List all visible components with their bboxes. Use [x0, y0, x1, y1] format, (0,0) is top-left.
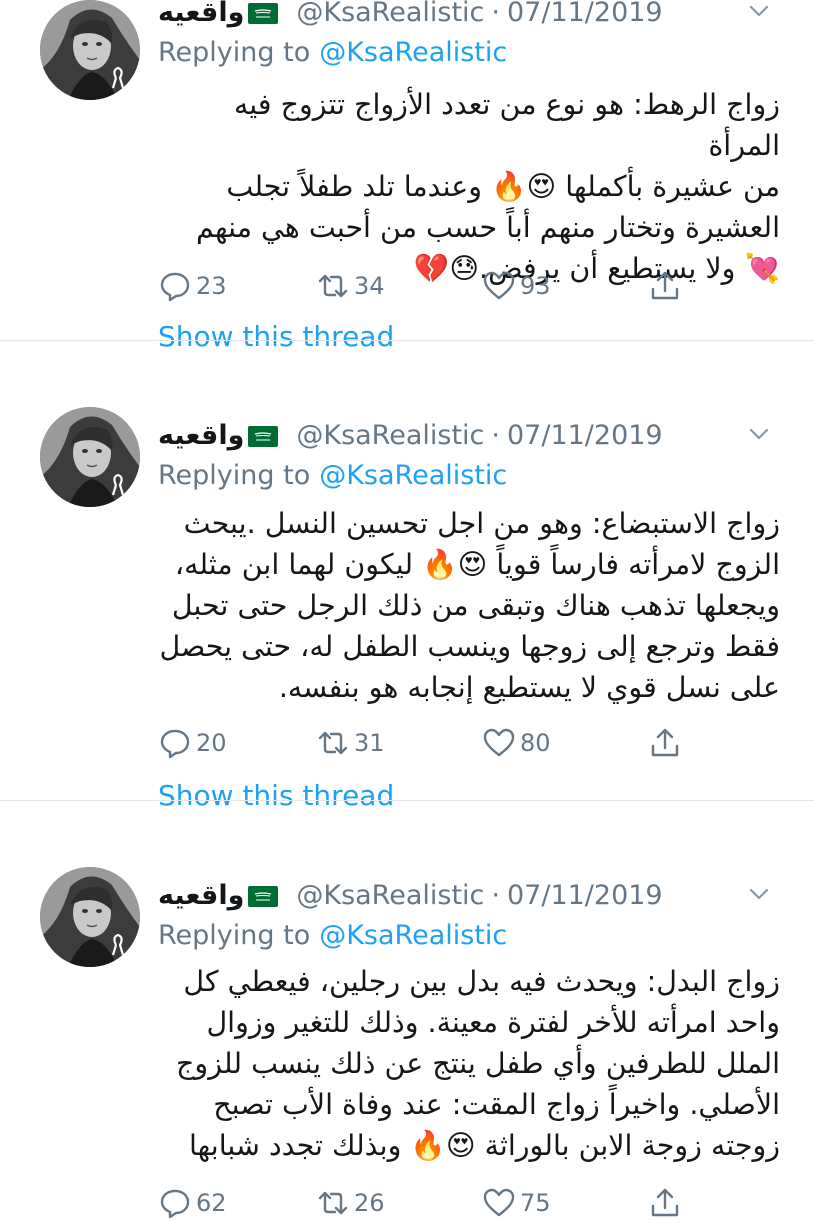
user-handle[interactable]: @KsaRealistic	[296, 880, 484, 911]
tweet[interactable]: واقعيه @KsaRealistic · 07/11/2019 Replyi…	[0, 340, 814, 812]
replying-to: Replying to @KsaRealistic	[158, 915, 507, 955]
replying-label: Replying to	[158, 459, 311, 491]
saudi-flag-icon	[248, 420, 284, 451]
share-button[interactable]	[648, 1186, 682, 1220]
like-count: 75	[520, 1189, 551, 1217]
tweet-text: زواج الرهط: هو نوع من تعدد الأزواج تتزوج…	[158, 84, 780, 289]
user-handle[interactable]: @KsaRealistic	[296, 0, 484, 28]
replying-to-link[interactable]: @KsaRealistic	[319, 920, 507, 951]
retweet-count: 31	[354, 729, 385, 757]
like-count: 93	[520, 272, 551, 300]
replying-to: Replying to @KsaRealistic	[158, 455, 507, 495]
chevron-down-icon[interactable]	[744, 879, 774, 909]
tweet-text-line: ويجعلها تذهب هناك وتبقى من ذلك الرجل حتى…	[171, 589, 780, 622]
tweet[interactable]: واقعيه @KsaRealistic · 07/11/2019 Replyi…	[0, 800, 814, 1219]
saudi-flag-icon	[248, 0, 284, 28]
share-icon	[648, 726, 682, 760]
avatar[interactable]	[40, 0, 140, 100]
retweet-icon	[316, 269, 354, 303]
tweet[interactable]: واقعيه @KsaRealistic · 07/11/2019 Replyi…	[0, 0, 814, 353]
replying-to-link[interactable]: @KsaRealistic	[319, 460, 507, 491]
display-name[interactable]: واقعيه	[158, 420, 244, 451]
tweet-text-line: الزوج لامرأته فارساً قوياً 😍🔥 ليكون لهما…	[174, 548, 780, 581]
tweet-actions: 20 31 80	[158, 723, 784, 763]
tweet-text-line: من عشيرة بأكملها 😍🔥 وعندما تلد طفلاً تجل…	[226, 170, 780, 203]
user-handle[interactable]: @KsaRealistic	[296, 420, 484, 451]
chevron-down-icon[interactable]	[744, 0, 774, 26]
chevron-down-icon[interactable]	[744, 419, 774, 449]
reply-bubble-icon	[158, 269, 196, 303]
tweet-feed: واقعيه @KsaRealistic · 07/11/2019 Replyi…	[0, 0, 814, 1219]
tweet-header: واقعيه @KsaRealistic · 07/11/2019	[158, 875, 774, 915]
tweet-date[interactable]: 07/11/2019	[507, 0, 663, 28]
tweet-date[interactable]: 07/11/2019	[507, 420, 663, 451]
retweet-count: 34	[354, 272, 385, 300]
share-icon	[648, 1186, 682, 1220]
tweet-text-line: الأصلي. واخيراً زواج المقت: عند وفاة الأ…	[213, 1088, 780, 1121]
retweet-icon	[316, 1186, 354, 1220]
replying-label: Replying to	[158, 36, 311, 68]
heart-icon	[482, 726, 520, 760]
separator-dot: ·	[491, 879, 500, 911]
tweet-text-line: واحد امرأته للأخر لفترة معينة. وذلك للتغ…	[206, 1006, 780, 1039]
share-button[interactable]	[648, 269, 682, 303]
replying-to: Replying to @KsaRealistic	[158, 32, 507, 72]
separator-dot: ·	[491, 0, 500, 28]
retweet-button[interactable]: 31	[316, 726, 482, 760]
tweet-text-line: زواج الاستبضاع: وهو من اجل تحسين النسل .…	[183, 507, 780, 540]
like-button[interactable]: 80	[482, 726, 648, 760]
reply-count: 20	[196, 729, 227, 757]
tweet-text: زواج الاستبضاع: وهو من اجل تحسين النسل .…	[158, 503, 780, 708]
tweet-actions: 62 26 75	[158, 1183, 784, 1223]
reply-bubble-icon	[158, 1186, 196, 1220]
share-button[interactable]	[648, 726, 682, 760]
reply-button[interactable]: 23	[158, 269, 316, 303]
tweet-text-line: الملل للطرفين وأي طفل ينتج عن ذلك ينسب ل…	[176, 1047, 780, 1080]
retweet-button[interactable]: 26	[316, 1186, 482, 1220]
replying-label: Replying to	[158, 919, 311, 951]
heart-icon	[482, 269, 520, 303]
tweet-text-line: زوجته زوجة الابن بالوراثة 😍🔥 وبذلك تجدد …	[188, 1129, 780, 1162]
tweet-text: زواج البدل: ويحدث فيه بدل بين رجلين، فيع…	[158, 961, 780, 1166]
display-name[interactable]: واقعيه	[158, 0, 244, 28]
avatar[interactable]	[40, 407, 140, 507]
heart-icon	[482, 1186, 520, 1220]
like-button[interactable]: 75	[482, 1186, 648, 1220]
replying-to-link[interactable]: @KsaRealistic	[319, 37, 507, 68]
avatar[interactable]	[40, 867, 140, 967]
retweet-icon	[316, 726, 354, 760]
tweet-text-line: على نسل قوي لا يستطيع إنجابه هو بنفسه.	[278, 671, 780, 704]
like-count: 80	[520, 729, 551, 757]
tweet-date[interactable]: 07/11/2019	[507, 880, 663, 911]
tweet-text-line: العشيرة وتختار منهم أباً حسب من أحبت هي …	[195, 211, 780, 244]
retweet-count: 26	[354, 1189, 385, 1217]
separator-dot: ·	[491, 419, 500, 451]
reply-count: 62	[196, 1189, 227, 1217]
tweet-text-line: زواج البدل: ويحدث فيه بدل بين رجلين، فيع…	[183, 965, 780, 998]
tweet-text-line: فقط وترجع إلى زوجها وينسب الطفل له، حتى …	[159, 630, 780, 663]
like-button[interactable]: 93	[482, 269, 648, 303]
tweet-header: واقعيه @KsaRealistic · 07/11/2019	[158, 415, 774, 455]
reply-button[interactable]: 20	[158, 726, 316, 760]
tweet-text-line: زواج الرهط: هو نوع من تعدد الأزواج تتزوج…	[234, 88, 780, 162]
tweet-actions: 23 34 93	[158, 266, 784, 306]
share-icon	[648, 269, 682, 303]
reply-count: 23	[196, 272, 227, 300]
saudi-flag-icon	[248, 880, 284, 911]
retweet-button[interactable]: 34	[316, 269, 482, 303]
reply-button[interactable]: 62	[158, 1186, 316, 1220]
tweet-header: واقعيه @KsaRealistic · 07/11/2019	[158, 0, 774, 32]
display-name[interactable]: واقعيه	[158, 880, 244, 911]
reply-bubble-icon	[158, 726, 196, 760]
